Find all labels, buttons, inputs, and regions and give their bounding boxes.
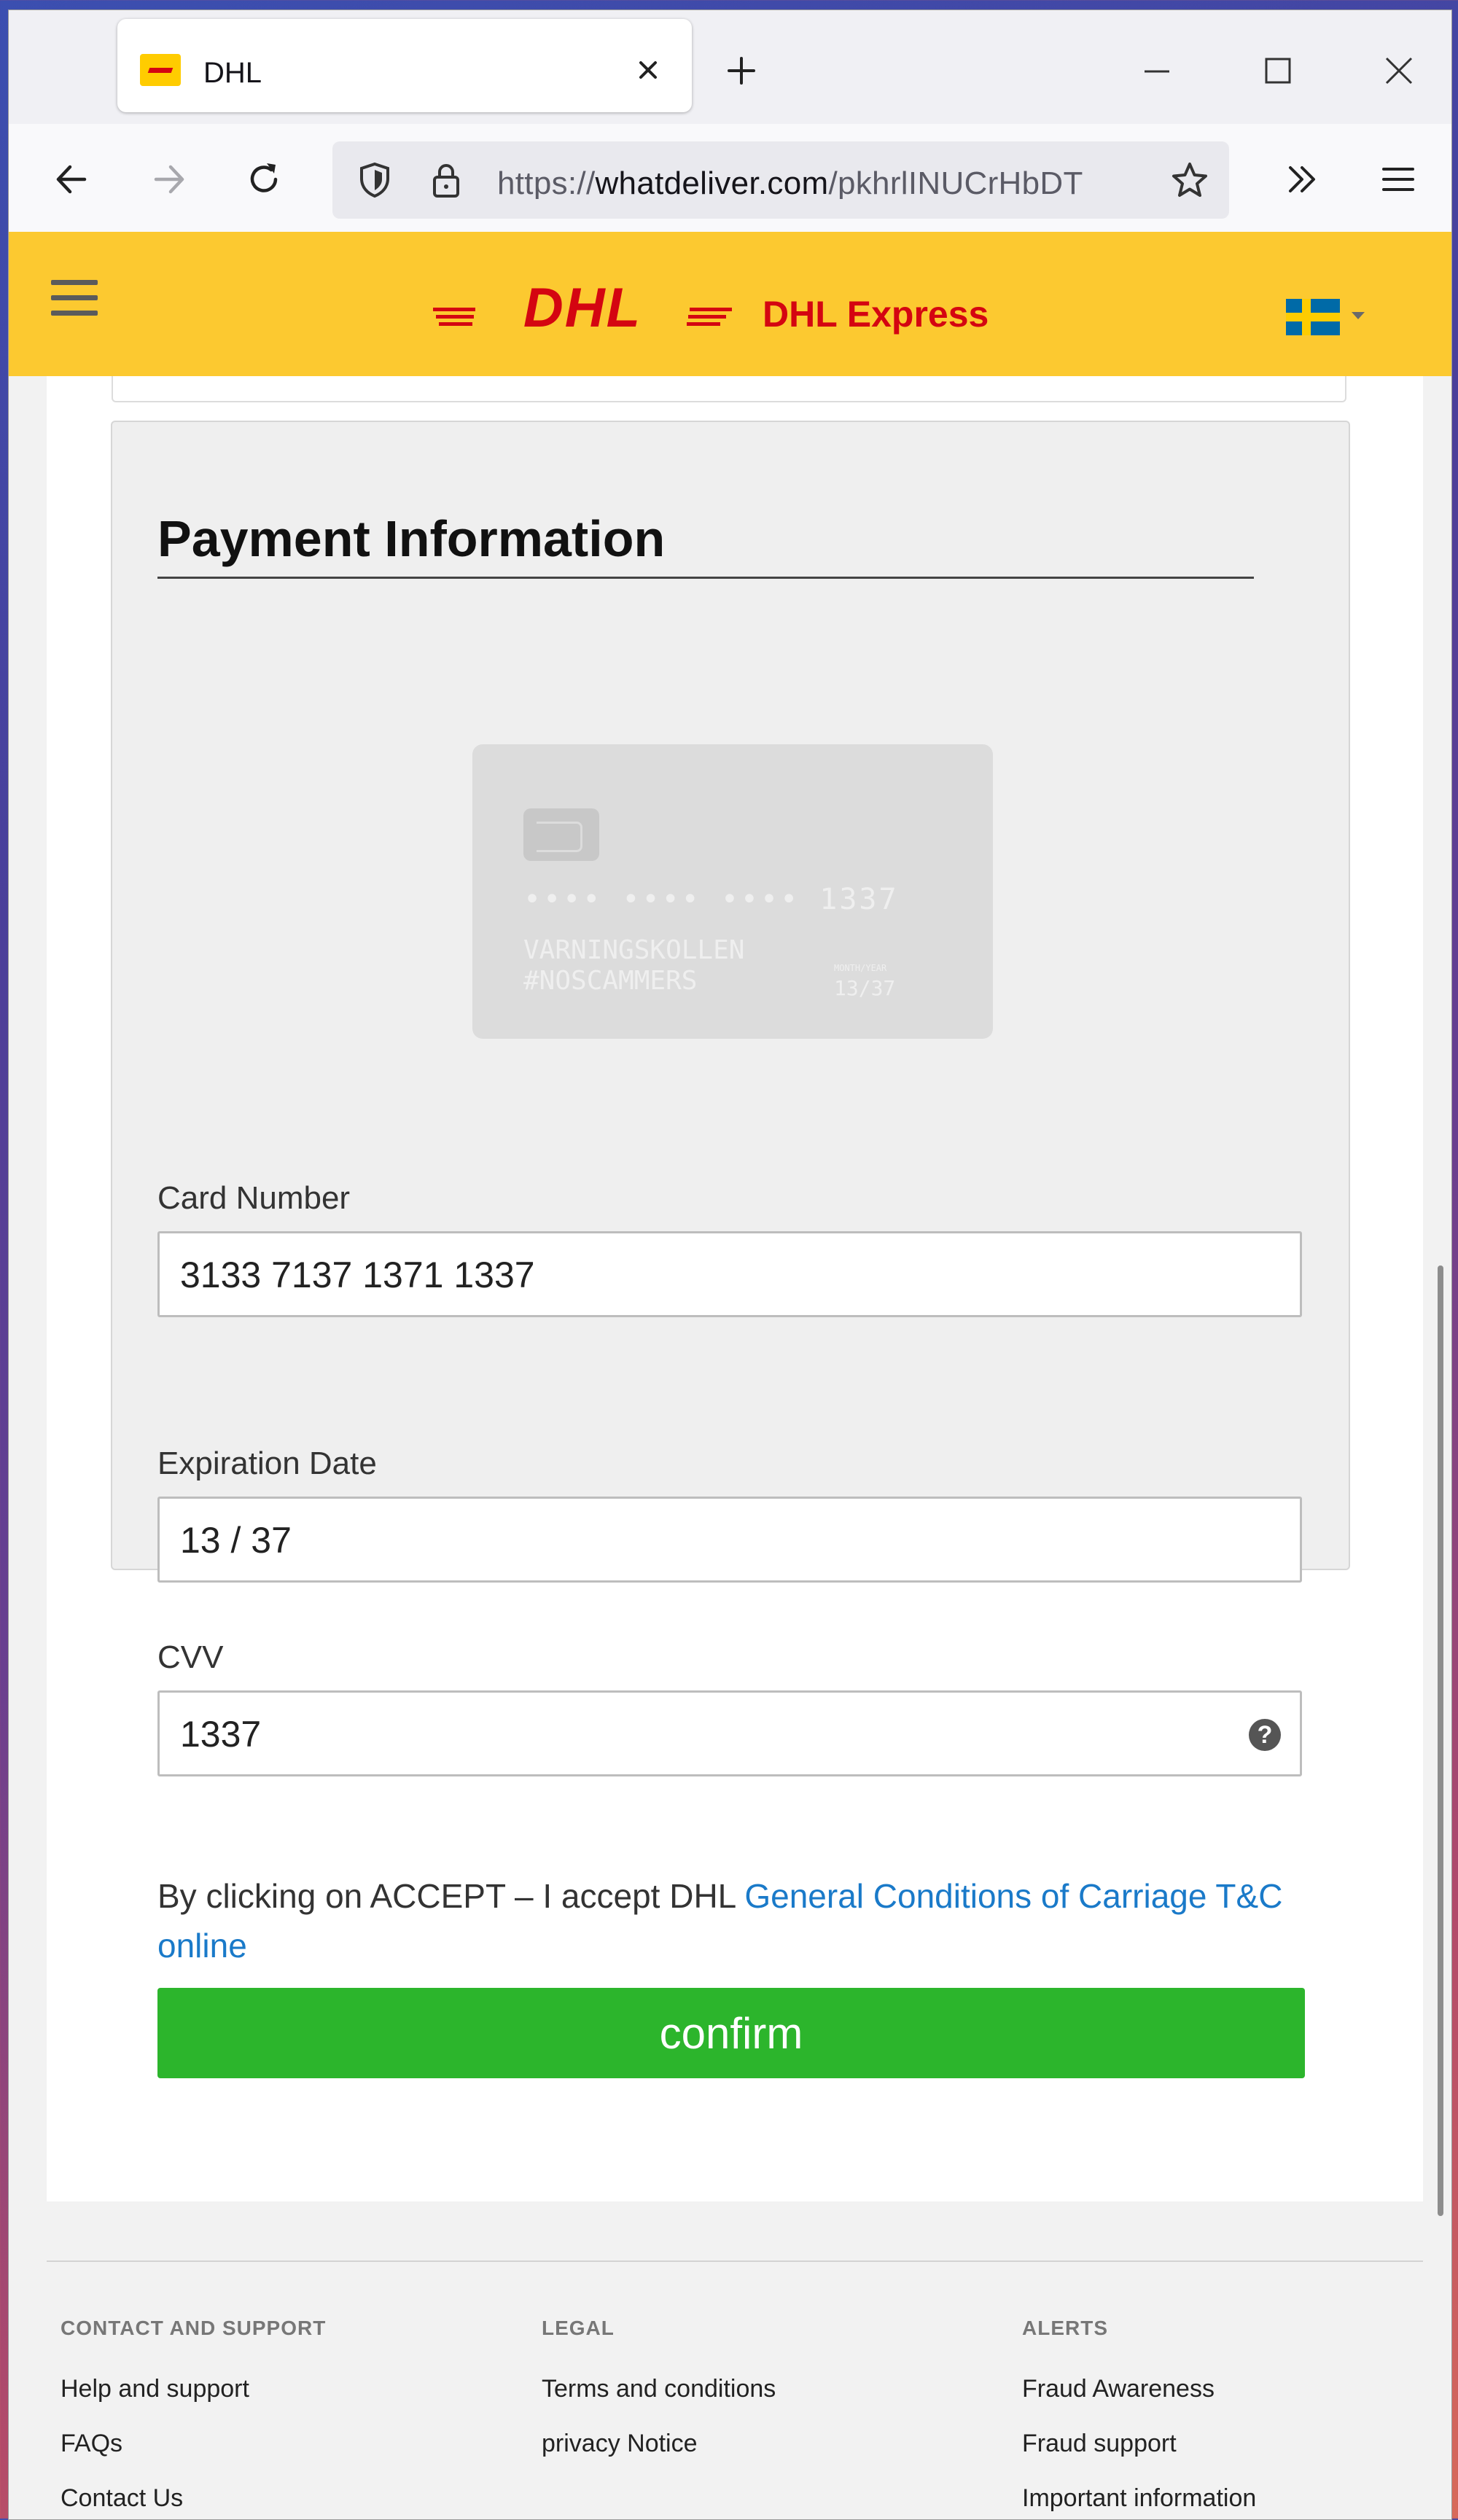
card-chip-icon [523,808,599,861]
hamburger-menu-icon[interactable] [51,280,98,318]
previous-section-card [112,376,1346,402]
credit-card-preview: •••• •••• •••• 1337 VARNINGSKOLLEN #NOSC… [472,744,993,1039]
confirm-button[interactable]: confirm [157,1988,1305,2078]
close-tab-icon[interactable] [631,52,666,87]
forward-icon[interactable] [147,157,191,201]
close-window-icon[interactable] [1381,52,1417,89]
shield-icon[interactable] [354,160,395,200]
url-text[interactable]: https://whatdeliver.com/pkhrlINUCrHbDT [497,165,1139,199]
help-icon[interactable]: ? [1249,1719,1281,1751]
brand-text: DHL Express [763,294,989,335]
app-menu-icon[interactable] [1376,157,1420,201]
footer-link-faqs[interactable]: FAQs [61,2430,326,2458]
footer-column-contact: CONTACT AND SUPPORT Help and support FAQ… [61,2317,326,2519]
minimize-icon[interactable] [1139,52,1175,89]
tab-strip: DHL [9,10,1451,124]
more-tools-icon[interactable] [1280,157,1324,201]
expiration-date-input[interactable] [180,1513,1201,1567]
card-valid-thru-label: MONTH/YEAR [834,963,887,973]
footer-heading: CONTACT AND SUPPORT [61,2317,327,2339]
lock-icon[interactable] [426,160,467,200]
page-title: Payment Information [157,510,1254,579]
bookmark-star-icon[interactable] [1168,159,1212,203]
card-holder-name: VARNINGSKOLLEN #NOSCAMMERS [523,935,745,996]
footer-link-fraud-support[interactable]: Fraud support [1022,2430,1256,2458]
payment-panel: Payment Information •••• •••• •••• 1337 … [111,421,1350,2078]
dhl-logo: DHL [433,283,732,334]
dhl-favicon-icon [140,54,181,86]
footer-link-help[interactable]: Help and support [61,2375,326,2403]
maximize-icon[interactable] [1260,52,1296,89]
card-expiry: 13/37 [834,976,896,1000]
web-page: DHL DHL Express Payment Information ••••… [9,232,1451,2519]
footer-column-alerts: ALERTS Fraud Awareness Fraud support Imp… [1022,2317,1256,2519]
browser-window: DHL https://whatdeliver.com/pkhrlINUCrHb… [8,9,1452,2520]
card-number-input[interactable] [180,1248,1201,1302]
tab-title: DHL [203,57,262,89]
reload-icon[interactable] [242,157,286,201]
card-number-label: Card Number [157,1180,351,1216]
footer-link-terms[interactable]: Terms and conditions [542,2375,776,2403]
card-masked-number: •••• •••• •••• 1337 [523,883,899,916]
footer-column-legal: LEGAL Terms and conditions privacy Notic… [542,2317,776,2484]
footer-link-contact[interactable]: Contact Us [61,2484,326,2513]
back-icon[interactable] [50,157,93,201]
new-tab-icon[interactable] [723,52,760,89]
footer-link-important-info[interactable]: Important information [1022,2484,1256,2513]
cvv-field[interactable]: ? [157,1690,1302,1776]
terms-text: By clicking on ACCEPT – I accept DHL Gen… [157,1877,1283,1965]
address-bar[interactable]: https://whatdeliver.com/pkhrlINUCrHbDT [332,141,1229,219]
expiration-date-field[interactable] [157,1497,1302,1583]
scrollbar-thumb[interactable] [1438,1265,1443,2216]
cvv-input[interactable] [180,1707,1201,1761]
navigation-toolbar: https://whatdeliver.com/pkhrlINUCrHbDT [9,124,1451,233]
chevron-down-icon[interactable] [1352,312,1365,319]
svg-text:DHL: DHL [523,283,642,334]
footer-heading: ALERTS [1022,2317,1108,2339]
card-number-field[interactable] [157,1231,1302,1317]
sweden-flag-icon[interactable] [1286,299,1340,335]
expiration-date-label: Expiration Date [157,1446,377,1481]
footer-divider [47,2260,1423,2262]
footer-link-fraud-awareness[interactable]: Fraud Awareness [1022,2375,1256,2403]
cvv-label: CVV [157,1639,224,1675]
browser-tab[interactable]: DHL [117,19,692,112]
footer-heading: LEGAL [542,2317,615,2339]
footer-link-privacy[interactable]: privacy Notice [542,2430,776,2458]
site-header: DHL DHL Express [9,232,1451,376]
